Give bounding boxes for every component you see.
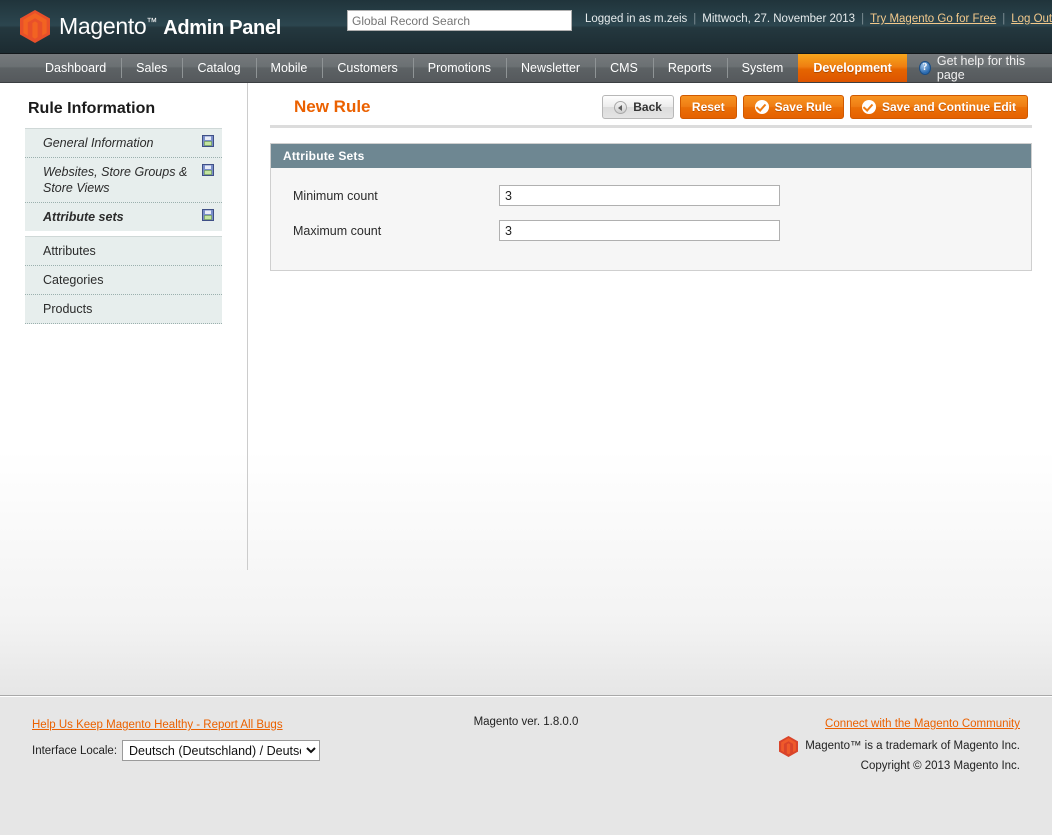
try-magento-go-link[interactable]: Try Magento Go for Free xyxy=(870,13,996,25)
minimum-count-input[interactable] xyxy=(499,185,780,206)
app-header: Magento™ Admin Panel Logged in as m.zeis… xyxy=(0,0,1052,54)
get-help-link[interactable]: ? Get help for this page xyxy=(907,54,1052,82)
sidebar-item-products[interactable]: Products xyxy=(25,295,222,324)
back-button[interactable]: Back xyxy=(602,95,674,119)
logged-in-label: Logged in as m.zeis xyxy=(585,13,688,25)
sidebar-item-label: Websites, Store Groups & Store Views xyxy=(43,165,188,195)
fieldset-body: Minimum count Maximum count xyxy=(271,168,1031,270)
save-rule-button-label: Save Rule xyxy=(774,100,832,114)
sidebar-title: Rule Information xyxy=(28,100,156,117)
reset-button-label: Reset xyxy=(691,100,725,114)
maximum-count-label: Maximum count xyxy=(293,223,382,238)
magento-hexagon-logo xyxy=(20,10,50,43)
nav-item-newsletter[interactable]: Newsletter xyxy=(506,54,595,82)
save-disk-icon xyxy=(202,135,214,147)
trademark-text: Magento™ is a trademark of Magento Inc. xyxy=(805,740,1020,752)
separator: | xyxy=(693,13,697,25)
save-and-continue-edit-button[interactable]: Save and Continue Edit xyxy=(849,95,1028,119)
sidebar-item-attributes[interactable]: Attributes xyxy=(25,237,222,266)
nav-item-promotions[interactable]: Promotions xyxy=(412,54,506,82)
sidebar-item-general-information[interactable]: General Information xyxy=(25,129,222,158)
sidebar-item-label: Attribute sets xyxy=(43,210,124,224)
nav-item-cms[interactable]: CMS xyxy=(595,54,653,82)
nav-item-customers[interactable]: Customers xyxy=(322,54,412,82)
nav-item-sales[interactable]: Sales xyxy=(121,54,182,82)
check-circle-icon xyxy=(754,100,769,114)
sidebar-item-websites-store-groups[interactable]: Websites, Store Groups & Store Views xyxy=(25,158,222,203)
nav-item-system[interactable]: System xyxy=(726,54,799,82)
form-row-maximum-count: Maximum count xyxy=(271,217,1031,244)
sidebar: Rule Information General Information Web… xyxy=(0,83,248,570)
save-rule-button[interactable]: Save Rule xyxy=(742,95,844,119)
save-disk-icon xyxy=(202,209,214,221)
copyright-text: Copyright © 2013 Magento Inc. xyxy=(860,760,1020,772)
form-row-minimum-count: Minimum count xyxy=(271,182,1031,209)
brand-tm: ™ xyxy=(146,16,158,29)
current-date: Mittwoch, 27. November 2013 xyxy=(702,13,856,25)
brand-main: Magento xyxy=(59,13,147,39)
question-mark-circle-icon: ? xyxy=(918,61,931,75)
footer-right: Connect with the Magento Community Magen… xyxy=(779,715,1020,776)
minimum-count-label: Minimum count xyxy=(293,188,378,203)
fieldset-legend: Attribute Sets xyxy=(271,144,1031,168)
page-body: Rule Information General Information Web… xyxy=(0,83,1052,695)
sidebar-group-main: General Information Websites, Store Grou… xyxy=(25,128,222,231)
brand-logo[interactable]: Magento™ Admin Panel xyxy=(20,10,281,43)
check-circle-icon xyxy=(861,100,876,114)
magento-hexagon-logo xyxy=(779,736,799,757)
page-footer: Help Us Keep Magento Healthy - Report Al… xyxy=(0,695,1052,835)
page-title: New Rule xyxy=(294,97,371,116)
brand-text: Magento™ Admin Panel xyxy=(59,13,281,40)
brand-sub: Admin Panel xyxy=(163,17,282,39)
search-input[interactable] xyxy=(347,10,572,31)
back-button-label: Back xyxy=(633,100,662,114)
nav-item-catalog[interactable]: Catalog xyxy=(182,54,255,82)
page-action-buttons: Back Reset Save Rule Save and Continue E… xyxy=(602,95,1030,119)
community-link[interactable]: Connect with the Magento Community xyxy=(825,715,1020,734)
maximum-count-input[interactable] xyxy=(499,220,780,241)
separator: | xyxy=(1002,13,1006,25)
nav-item-development[interactable]: Development xyxy=(798,54,907,82)
interface-locale-select[interactable]: Deutsch (Deutschland) / Deutsch (Deutsch… xyxy=(122,740,321,761)
main-navigation: Dashboard Sales Catalog Mobile Customers… xyxy=(0,54,1052,83)
nav-item-mobile[interactable]: Mobile xyxy=(255,54,323,82)
content-header: New Rule Back Reset Save Rule Save and C… xyxy=(270,83,1032,128)
sidebar-item-categories[interactable]: Categories xyxy=(25,266,222,295)
sidebar-item-attribute-sets[interactable]: Attribute sets xyxy=(25,203,222,231)
attribute-sets-fieldset: Attribute Sets Minimum count Maximum cou… xyxy=(270,143,1032,271)
get-help-label: Get help for this page xyxy=(936,54,1026,82)
nav-item-dashboard[interactable]: Dashboard xyxy=(30,54,121,82)
logout-link[interactable]: Log Out xyxy=(1011,13,1052,25)
save-disk-icon xyxy=(202,164,214,176)
main-content: New Rule Back Reset Save Rule Save and C… xyxy=(270,83,1032,271)
header-user-info: Logged in as m.zeis | Mittwoch, 27. Novemb… xyxy=(585,13,1052,25)
save-and-continue-label: Save and Continue Edit xyxy=(881,100,1016,114)
trademark-row: Magento™ is a trademark of Magento Inc. xyxy=(779,736,1020,757)
reset-button[interactable]: Reset xyxy=(679,95,737,119)
interface-locale-row: Interface Locale: Deutsch (Deutschland) … xyxy=(32,740,321,761)
interface-locale-label: Interface Locale: xyxy=(32,744,118,757)
sidebar-group-sub: Attributes Categories Products xyxy=(25,236,222,324)
separator: | xyxy=(861,13,865,25)
nav-item-reports[interactable]: Reports xyxy=(652,54,727,82)
footer-inner: Help Us Keep Magento Healthy - Report Al… xyxy=(0,696,1052,772)
sidebar-item-label: General Information xyxy=(43,136,154,150)
back-arrow-icon xyxy=(614,100,628,114)
